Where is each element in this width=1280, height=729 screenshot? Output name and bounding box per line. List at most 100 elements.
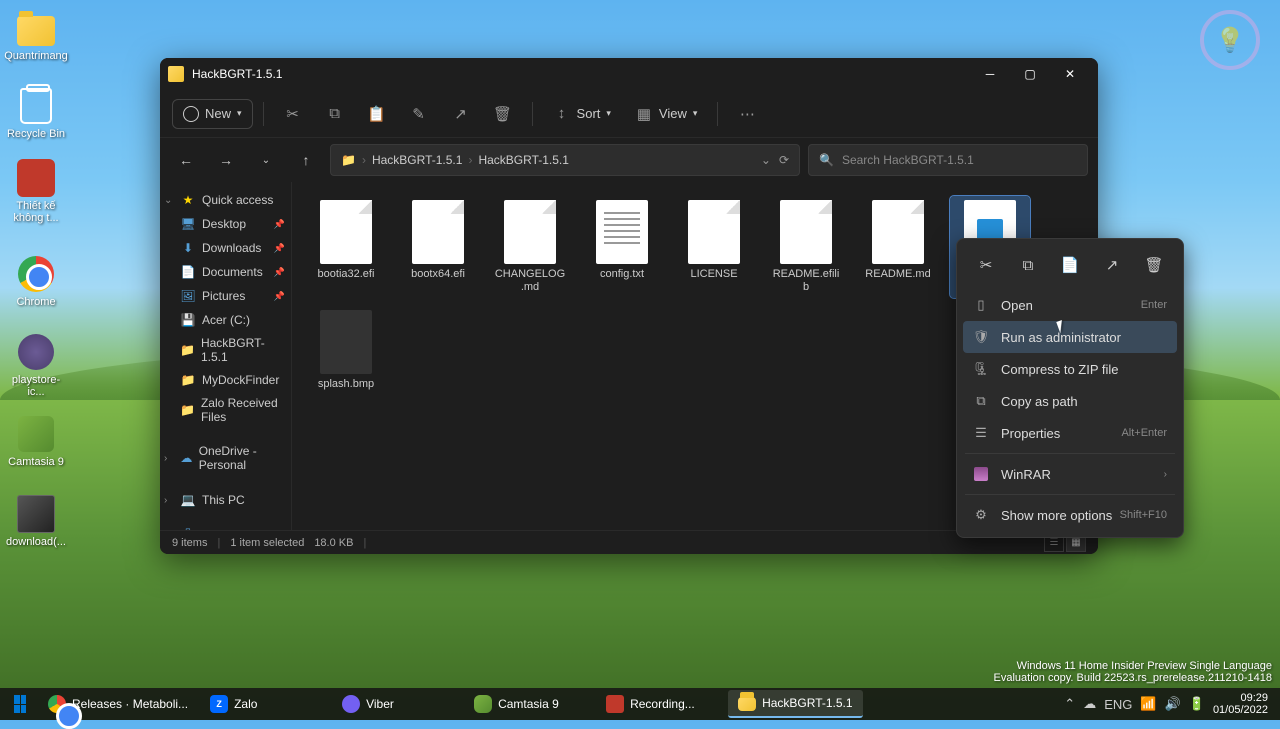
sidebar-item-documents[interactable]: 📄Documents📌 [160,260,291,284]
more-button[interactable]: ⋯ [728,99,766,129]
sidebar-network[interactable]: ›🖧Network [160,524,291,530]
maximize-button[interactable]: ▢ [1010,60,1050,88]
taskbar-item[interactable]: ZZalo [200,690,330,718]
forward-button[interactable]: → [210,144,242,176]
file-name: splash.bmp [310,378,382,391]
breadcrumb-item[interactable]: HackBGRT-1.5.1 [372,153,462,167]
copy-button[interactable]: ⧉ [316,99,354,129]
file-item[interactable]: bootia32.efi [306,196,386,298]
sidebar-item-hackbgrt[interactable]: 📁HackBGRT-1.5.1 [160,332,291,368]
close-button[interactable]: ✕ [1050,60,1090,88]
tray-volume-icon[interactable]: 🔊 [1165,696,1181,712]
start-button[interactable] [4,690,36,718]
tray-lang-icon[interactable]: ENG [1104,697,1132,712]
ctx-delete-button[interactable]: 🗑 [1138,249,1170,281]
sidebar-item-mydockfinder[interactable]: 📁MyDockFinder [160,368,291,392]
tray-wifi-icon[interactable]: 📶 [1140,696,1156,712]
desktop-icon-thietke[interactable]: Thiết kế không t... [4,158,68,224]
trash-icon: 🗑 [494,105,512,123]
clock[interactable]: 09:29 01/05/2022 [1213,692,1268,716]
file-item[interactable]: splash.bmp [306,306,386,395]
ctx-copy-button[interactable]: ⧉ [1012,249,1044,281]
gear-icon: ⚙ [973,507,989,523]
desktop-icon-camtasia[interactable]: Camtasia 9 [4,414,68,468]
desktop-icon-playstore[interactable]: playstore-ic... [4,332,68,398]
file-item[interactable]: bootx64.efi [398,196,478,298]
minimize-button[interactable]: ─ [970,60,1010,88]
desktop-icon-chrome[interactable]: Chrome [4,254,68,308]
sidebar-item-zalo[interactable]: 📁Zalo Received Files [160,392,291,428]
sidebar-quick-access[interactable]: ⌄★Quick access [160,188,291,212]
taskbar: Releases · Metaboli...ZZaloViberCamtasia… [0,688,1280,720]
ctx-open[interactable]: ▯OpenEnter [963,289,1177,321]
search-placeholder: Search HackBGRT-1.5.1 [842,153,974,167]
back-button[interactable]: ← [170,144,202,176]
chevron-down-icon[interactable]: ⌄ [761,153,771,167]
search-icon: 🔍 [819,153,834,167]
file-item[interactable]: LICENSE [674,196,754,298]
ctx-compress[interactable]: 🗜Compress to ZIP file [963,353,1177,385]
rename-icon: 📄 [1061,256,1080,274]
titlebar[interactable]: HackBGRT-1.5.1 ─ ▢ ✕ [160,58,1098,90]
desktop-icon-quantrimang[interactable]: Quantrimang [4,8,68,62]
rename-button[interactable]: ✎ [400,99,438,129]
desktop-icon-download[interactable]: download(... [4,494,68,548]
ctx-copy-path[interactable]: ⧉Copy as path [963,385,1177,417]
delete-button[interactable]: 🗑 [484,99,522,129]
refresh-button[interactable]: ⟳ [779,153,789,167]
ctx-winrar[interactable]: WinRAR› [963,458,1177,490]
desktop-icon-recycle-bin[interactable]: Recycle Bin [4,86,68,140]
file-item[interactable]: README.md [858,196,938,298]
file-item[interactable]: CHANGELOG.md [490,196,570,298]
sidebar-item-acer[interactable]: 💾Acer (C:) [160,308,291,332]
file-name: README.md [862,268,934,281]
paste-button[interactable]: 📋 [358,99,396,129]
tray-onedrive-icon[interactable]: ☁ [1083,696,1096,712]
recent-button[interactable]: ⌄ [250,144,282,176]
file-icon [504,200,556,264]
build-watermark: Windows 11 Home Insider Preview Single L… [994,660,1272,684]
file-icon [872,200,924,264]
status-selected: 1 item selected [230,537,304,549]
search-input[interactable]: 🔍 Search HackBGRT-1.5.1 [808,144,1088,176]
sidebar-onedrive[interactable]: ›☁OneDrive - Personal [160,440,291,476]
up-button[interactable]: ↑ [290,144,322,176]
file-item[interactable]: config.txt [582,196,662,298]
sidebar-item-pictures[interactable]: 🖼Pictures📌 [160,284,291,308]
file-name: LICENSE [678,268,750,281]
sort-button[interactable]: ↕Sort ▾ [543,99,621,129]
tray-chevron-icon[interactable]: ⌃ [1064,696,1075,712]
rec-icon [606,695,624,713]
taskbar-item[interactable]: Recording... [596,690,726,718]
document-icon: ▯ [973,297,989,313]
breadcrumb-item[interactable]: HackBGRT-1.5.1 [478,153,568,167]
ctx-properties[interactable]: ☰PropertiesAlt+Enter [963,417,1177,449]
file-icon [320,200,372,264]
ctx-cut-button[interactable]: ✂ [970,249,1002,281]
new-button[interactable]: New ▾ [172,99,253,129]
ctx-show-more[interactable]: ⚙Show more optionsShift+F10 [963,499,1177,531]
ctx-rename-button[interactable]: 📄 [1054,249,1086,281]
sidebar-item-downloads[interactable]: ⬇Downloads📌 [160,236,291,260]
taskbar-item-label: Zalo [234,697,257,711]
taskbar-item[interactable]: Viber [332,690,462,718]
watermark-logo [1200,10,1260,70]
cut-button[interactable]: ✂ [274,99,312,129]
folder-icon: 📁 [341,153,356,167]
share-button[interactable]: ↗ [442,99,480,129]
address-bar[interactable]: 📁 › HackBGRT-1.5.1 › HackBGRT-1.5.1 ⌄⟳ [330,144,800,176]
taskbar-item[interactable]: Releases · Metaboli... [38,690,198,718]
taskbar-item[interactable]: Camtasia 9 [464,690,594,718]
tray-battery-icon[interactable]: 🔋 [1189,696,1205,712]
ctx-run-admin[interactable]: 🛡Run as administrator [963,321,1177,353]
view-button[interactable]: ▦View ▾ [625,99,707,129]
icon-label: Quantrimang [4,50,68,62]
file-name: config.txt [586,268,658,281]
ctx-share-button[interactable]: ↗ [1096,249,1128,281]
sidebar-item-desktop[interactable]: 🖥Desktop📌 [160,212,291,236]
taskbar-item[interactable]: HackBGRT-1.5.1 [728,690,862,718]
winrar-icon [974,467,988,481]
file-item[interactable]: README.efilib [766,196,846,298]
sidebar-this-pc[interactable]: ›💻This PC [160,488,291,512]
camtasia-icon [474,695,492,713]
